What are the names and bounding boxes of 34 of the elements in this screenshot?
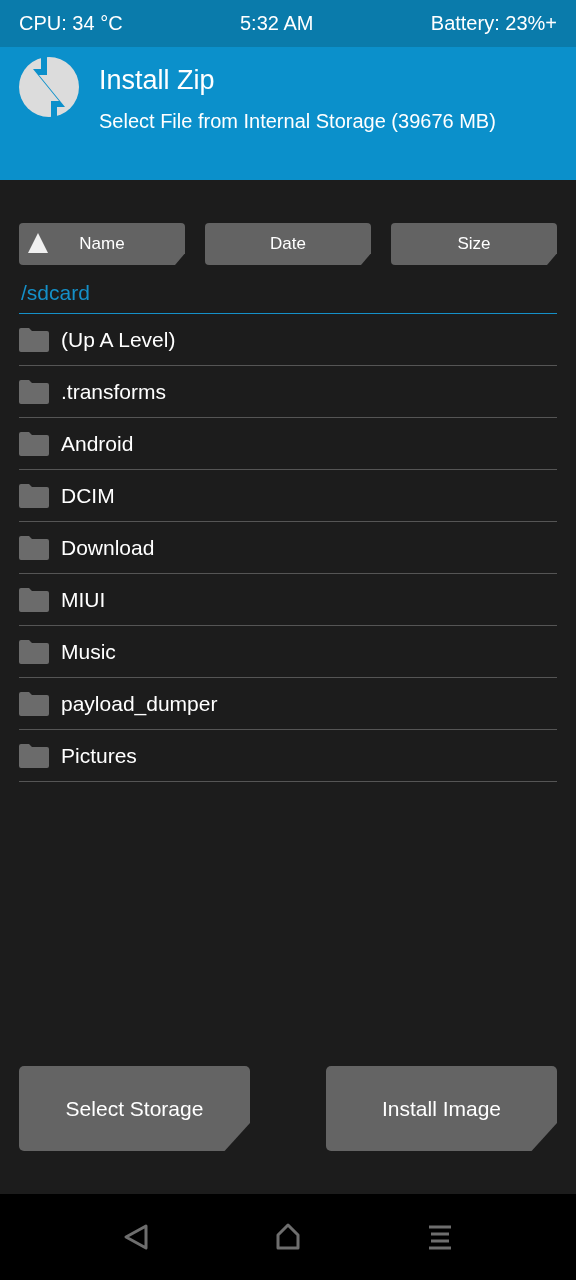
file-list-item[interactable]: (Up A Level): [61, 327, 176, 352]
battery-level: Battery: 23%+: [430, 12, 557, 35]
page-title: Install Zip: [99, 65, 216, 96]
folder-icon: [19, 639, 49, 664]
folder-icon: [19, 743, 49, 768]
folder-icon: [19, 327, 49, 352]
sort-button[interactable]: Size: [391, 223, 557, 265]
sort-button[interactable]: Name: [19, 223, 185, 265]
logo-icon: [19, 57, 79, 117]
file-list-item[interactable]: .transforms: [61, 379, 167, 404]
file-list-item[interactable]: MIUI: [61, 587, 106, 612]
action-button[interactable]: Install Image: [326, 1066, 557, 1151]
clock: 5:32 AM: [240, 12, 314, 35]
folder-icon: [19, 691, 49, 716]
folder-icon: [19, 431, 49, 456]
current-path: /sdcard: [19, 265, 557, 314]
folder-icon: [19, 535, 49, 560]
back-icon[interactable]: [123, 1223, 149, 1251]
cpu-temperature: CPU: 34 °C: [19, 12, 123, 35]
file-list-item[interactable]: Download: [61, 535, 155, 560]
file-list-item[interactable]: DCIM: [61, 483, 115, 508]
action-button[interactable]: Select Storage: [19, 1066, 250, 1151]
file-list-item[interactable]: Music: [61, 639, 116, 664]
home-icon[interactable]: [275, 1223, 301, 1251]
sort-triangle-icon: [27, 232, 49, 254]
file-list-item[interactable]: Android: [61, 431, 134, 456]
menu-icon[interactable]: [427, 1224, 453, 1250]
folder-icon: [19, 379, 49, 404]
file-list-item[interactable]: payload_dumper: [61, 691, 218, 716]
sort-button[interactable]: Date: [205, 223, 371, 265]
file-list-item[interactable]: Pictures: [61, 743, 137, 768]
folder-icon: [19, 483, 49, 508]
page-subtitle: Select File from Internal Storage (39676 MB): [99, 110, 496, 133]
folder-icon: [19, 587, 49, 612]
